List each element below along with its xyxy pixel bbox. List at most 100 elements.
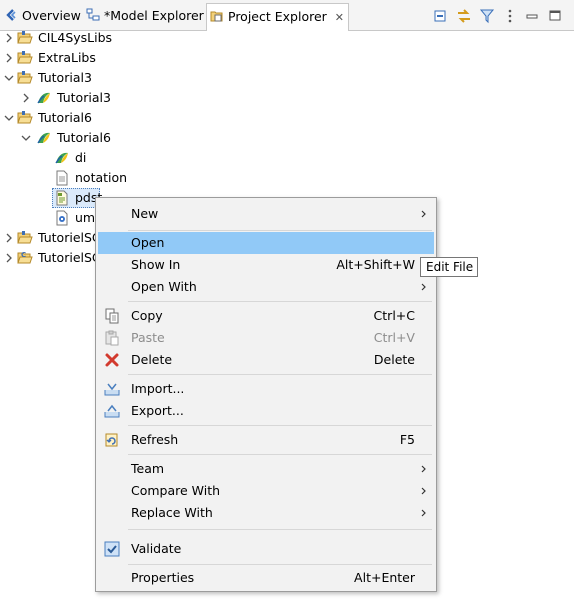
- shortcut-label: Delete: [373, 352, 415, 367]
- tab-model-explorer[interactable]: *Model Explorer: [86, 6, 204, 26]
- tree-item[interactable]: Tutorial3: [0, 68, 300, 88]
- menu-item-copy[interactable]: Copy Ctrl+C: [98, 305, 434, 327]
- tab-label: *Model Explorer: [104, 8, 204, 23]
- tree-item[interactable]: ExtraLibs: [0, 48, 300, 68]
- menu-item-import[interactable]: Import...: [98, 378, 434, 400]
- chevron-right-icon: [420, 458, 428, 480]
- uml-file-icon: [54, 210, 70, 226]
- menu-separator: [128, 454, 432, 455]
- view-menu-icon[interactable]: [502, 8, 518, 24]
- tree-item-label: Tutorial3: [57, 90, 111, 105]
- chevron-right-icon: [420, 203, 428, 225]
- menu-item-label: Import...: [131, 381, 185, 396]
- tree-item-label: Tutorial6: [38, 110, 92, 125]
- menu-item-label: Compare With: [131, 483, 221, 498]
- tree-item-label: notation: [75, 170, 128, 185]
- maximize-icon[interactable]: [547, 8, 563, 24]
- papyrus-model-icon: [36, 130, 52, 146]
- view-tab-bar: Overview *Model Explorer Project Explore…: [0, 0, 574, 31]
- menu-item-new[interactable]: New: [98, 203, 434, 225]
- chevron-right-icon[interactable]: [21, 88, 31, 108]
- tab-overview[interactable]: Overview: [4, 6, 81, 26]
- chevron-down-icon[interactable]: [21, 128, 31, 148]
- menu-item-compare-with[interactable]: Compare With: [98, 480, 434, 502]
- menu-separator: [128, 425, 432, 426]
- tree-item[interactable]: notation: [0, 168, 300, 188]
- tree-item-selected[interactable]: pdst: [0, 188, 102, 208]
- tab-label: Project Explorer: [228, 9, 327, 24]
- tree-item[interactable]: Tutorial6: [0, 128, 300, 148]
- menu-item-paste[interactable]: Paste Ctrl+V: [98, 327, 434, 349]
- tree-item[interactable]: Tutorial3: [0, 88, 300, 108]
- folder-open-icon: [17, 230, 33, 246]
- tree-item[interactable]: Tutorial6: [0, 108, 300, 128]
- copy-icon: [104, 308, 120, 324]
- minimize-icon[interactable]: [524, 8, 540, 24]
- papyrus-model-icon: [54, 150, 70, 166]
- menu-item-label: New: [131, 206, 159, 221]
- menu-item-label: Validate: [131, 541, 182, 556]
- shortcut-label: Ctrl+C: [373, 308, 415, 323]
- folder-open-c-icon: C: [17, 250, 33, 266]
- tooltip: Edit File: [420, 257, 478, 277]
- export-icon: [104, 403, 120, 419]
- menu-item-label: Show In: [131, 257, 181, 272]
- close-icon[interactable]: ✕: [335, 5, 344, 31]
- filter-icon[interactable]: [479, 8, 495, 24]
- chevron-right-icon[interactable]: [4, 248, 14, 268]
- chevron-right-icon: [420, 502, 428, 524]
- tree-item[interactable]: CIL4SysLibs: [0, 28, 300, 48]
- menu-item-label: Export...: [131, 403, 184, 418]
- menu-item-refresh[interactable]: Refresh F5: [98, 429, 434, 451]
- tree-item-label: TutorielSC: [38, 250, 101, 265]
- menu-separator: [128, 529, 432, 530]
- validate-check-icon: [104, 541, 120, 557]
- svg-text:C: C: [21, 251, 26, 259]
- shortcut-label: Alt+Shift+W: [336, 257, 415, 272]
- menu-item-show-in[interactable]: Show In Alt+Shift+W: [98, 254, 434, 276]
- tree-item-label: TutorielSC: [38, 230, 101, 245]
- tree-item-label: di: [75, 150, 87, 165]
- menu-item-label: Open With: [131, 279, 197, 294]
- link-with-editor-icon[interactable]: [456, 8, 472, 24]
- file-icon: [54, 170, 70, 186]
- tab-project-explorer[interactable]: Project Explorer ✕: [206, 3, 350, 31]
- folder-open-icon: [17, 30, 33, 46]
- tree-item[interactable]: uml: [0, 208, 100, 228]
- chevron-right-icon: [420, 480, 428, 502]
- tree-item[interactable]: di: [0, 148, 300, 168]
- pdst-file-icon: [54, 190, 70, 206]
- menu-item-export[interactable]: Export...: [98, 400, 434, 422]
- menu-item-validate[interactable]: Validate: [98, 538, 434, 560]
- menu-separator: [128, 301, 432, 302]
- menu-item-label: Copy: [131, 308, 163, 323]
- chevron-down-icon[interactable]: [4, 68, 14, 88]
- chevron-right-icon[interactable]: [4, 228, 14, 248]
- menu-item-label: Refresh: [131, 432, 179, 447]
- refresh-icon: [104, 432, 120, 448]
- shortcut-label: Ctrl+V: [373, 330, 415, 345]
- chevron-down-icon[interactable]: [4, 108, 14, 128]
- tree-item[interactable]: C TutorielSC: [0, 248, 101, 268]
- project-explorer-icon: [210, 6, 224, 22]
- menu-item-label: Replace With: [131, 505, 213, 520]
- chevron-right-icon[interactable]: [4, 48, 14, 68]
- chevron-right-icon[interactable]: [4, 28, 14, 48]
- menu-separator: [128, 564, 432, 565]
- tab-label: Overview: [22, 8, 81, 23]
- paste-icon: [104, 330, 120, 346]
- tree-item-label: Tutorial3: [38, 70, 92, 85]
- shortcut-label: F5: [399, 432, 415, 447]
- menu-item-label: Open: [131, 235, 165, 250]
- collapse-all-icon[interactable]: [433, 8, 449, 24]
- tree-item[interactable]: TutorielSC: [0, 228, 101, 248]
- menu-item-open[interactable]: Open: [98, 232, 434, 254]
- menu-item-open-with[interactable]: Open With: [98, 276, 434, 298]
- menu-item-team[interactable]: Team: [98, 458, 434, 480]
- menu-item-replace-with[interactable]: Replace With: [98, 502, 434, 524]
- model-overview-icon: [4, 8, 18, 22]
- menu-item-properties[interactable]: Properties Alt+Enter: [98, 567, 434, 589]
- papyrus-model-icon: [36, 90, 52, 106]
- menu-item-delete[interactable]: Delete Delete: [98, 349, 434, 371]
- context-menu: New Open Show In Alt+Shift+W Open With C…: [95, 197, 437, 592]
